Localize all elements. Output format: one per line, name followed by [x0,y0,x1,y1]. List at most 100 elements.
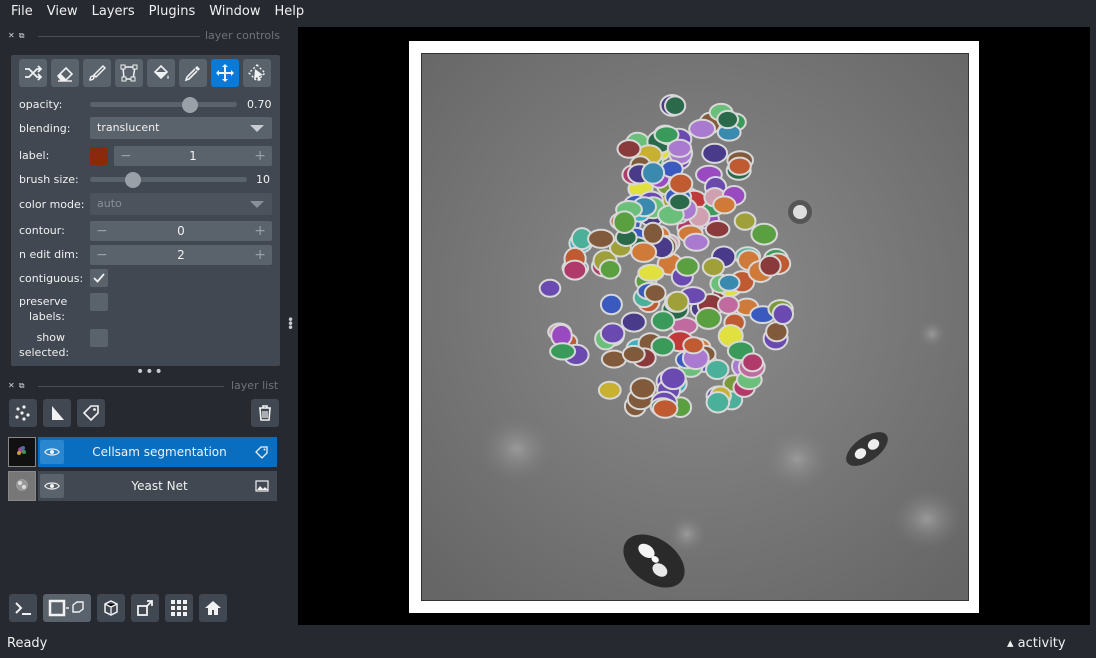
brush-size-label: brush size: [19,173,79,186]
layer-row-cellsam-segmentation[interactable]: Cellsam segmentation [8,437,277,467]
reset-view-button[interactable] [199,594,227,622]
segmented-cell [665,290,690,313]
menu-view[interactable]: View [40,0,85,24]
dock-header-icons[interactable]: ✕ ⧉ [8,31,24,41]
trash-icon [259,405,271,421]
transform-icon [248,64,266,82]
visibility-toggle[interactable] [40,440,64,464]
plus-icon[interactable]: + [254,221,266,241]
menu-window[interactable]: Window [202,0,267,24]
close-dock-icon[interactable]: ✕ [8,381,15,391]
transpose-icon [137,600,153,616]
label-tag-icon [255,446,268,459]
grid-view-button[interactable] [165,594,193,622]
segmented-cell [549,342,577,361]
minus-icon[interactable]: − [96,221,108,241]
opacity-slider-handle[interactable] [181,97,198,113]
preserve-labels-label-line2: labels: [28,310,65,323]
fill-button[interactable] [147,59,175,87]
eye-icon [44,448,60,456]
segmented-cell [616,139,642,159]
shuffle-colors-button[interactable] [19,59,47,87]
console-button[interactable] [9,594,37,622]
transpose-dims-button[interactable] [131,594,159,622]
menu-file[interactable]: File [4,0,40,24]
color-mode-select[interactable]: auto [90,193,272,215]
blending-select[interactable]: translucent [90,117,272,139]
layer-name[interactable]: Cellsam segmentation [68,437,251,467]
layer-controls-panel: opacity: 0.70 blending: translucent labe… [11,55,280,366]
segmented-cell [717,273,741,292]
segmented-cell [629,377,657,400]
roll-dims-button[interactable] [97,594,125,622]
preserve-labels-checkbox[interactable] [90,293,108,311]
menu-layers[interactable]: Layers [85,0,142,24]
label-tag-icon [82,405,99,422]
opacity-label: opacity: [19,98,63,111]
layer-list-header: ✕ ⧉ layer list [8,379,280,393]
contour-spinbox[interactable]: − 0 + [90,221,272,241]
plus-icon[interactable]: + [254,245,266,265]
pick-color-button[interactable] [179,59,207,87]
n-edit-dim-spinbox[interactable]: − 2 + [90,245,272,265]
new-labels-layer-button[interactable] [77,399,105,427]
viewer-canvas[interactable] [298,27,1090,625]
n-edit-dim-label: n edit dim: [19,248,79,261]
polygon-button[interactable] [115,59,143,87]
panel-splitter-handle[interactable]: • • • [287,314,294,334]
visibility-toggle[interactable] [40,474,64,498]
brush-size-slider-handle[interactable] [125,172,142,188]
segmented-cell [682,336,705,355]
activity-toggle[interactable]: ▴ activity [1007,636,1066,651]
minus-icon[interactable]: − [120,146,132,166]
plus-icon[interactable]: + [254,146,266,166]
contiguous-checkbox[interactable] [90,269,108,287]
menu-plugins[interactable]: Plugins [142,0,203,24]
segmented-cell [750,222,779,246]
pan-zoom-button[interactable] [211,59,239,87]
delete-layer-button[interactable] [251,399,279,427]
label-spinbox[interactable]: − 1 + [114,146,272,166]
layer-name[interactable]: Yeast Net [68,471,251,501]
layer-controls-header: ✕ ⧉ layer controls [8,29,280,43]
float-dock-icon[interactable]: ⧉ [19,31,25,41]
paint-button[interactable] [83,59,111,87]
shapes-icon [52,406,64,420]
layer-row-body[interactable]: Yeast Net [38,471,277,501]
contour-label: contour: [19,224,65,237]
segmented-cell [733,211,757,231]
polygon-icon [120,64,138,82]
segmented-cell [716,109,740,130]
show-selected-checkbox[interactable] [90,329,108,347]
float-dock-icon[interactable]: ⧉ [19,381,25,391]
erase-button[interactable] [51,59,79,87]
segmented-cell [701,142,729,164]
panel-resize-handle[interactable]: ••• [136,364,164,380]
paintbrush-icon [89,64,107,81]
opacity-slider[interactable] [90,97,237,113]
segmented-cell [712,195,737,215]
close-dock-icon[interactable]: ✕ [8,31,15,41]
minus-icon[interactable]: − [96,245,108,265]
label-color-swatch[interactable] [90,147,108,165]
segmented-cell [620,311,647,333]
brush-size-slider[interactable] [90,172,247,188]
divider [38,36,200,37]
segmented-cell [641,161,666,185]
new-points-layer-button[interactable] [9,399,37,427]
new-shapes-layer-button[interactable] [43,399,71,427]
segmented-cell [701,257,725,277]
layer-row-yeast-net[interactable]: Yeast Net [8,471,277,501]
menu-help[interactable]: Help [268,0,312,24]
segmented-cell [562,259,588,281]
segmented-cell [666,138,693,158]
transform-button[interactable] [243,59,271,87]
layer-row-body[interactable]: Cellsam segmentation [38,437,277,467]
contiguous-label: contiguous: [19,272,84,285]
dock-header-icons[interactable]: ✕ ⧉ [8,381,24,391]
microscopy-image[interactable] [421,53,969,601]
ndisplay-toggle-button[interactable] [43,594,91,622]
menu-bar: File View Layers Plugins Window Help [0,0,1096,24]
color-mode-label: color mode: [19,198,85,211]
points-icon [15,405,30,421]
